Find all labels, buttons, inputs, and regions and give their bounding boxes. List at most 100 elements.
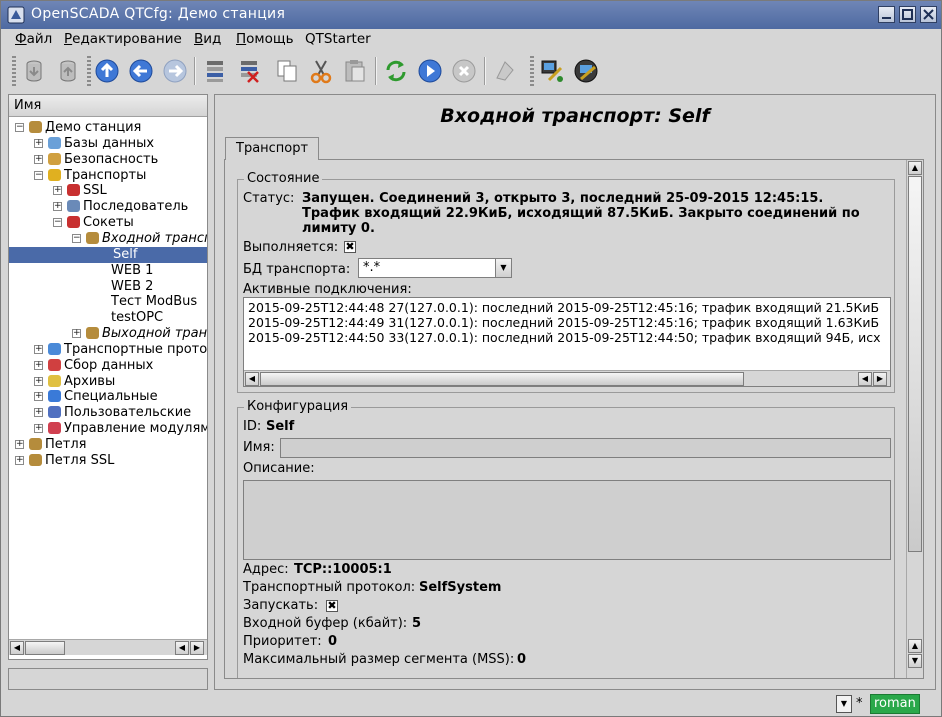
maximize-icon[interactable] xyxy=(899,6,916,23)
collapse-icon[interactable]: − xyxy=(34,170,43,180)
tree-node[interactable]: Архивы xyxy=(64,374,115,390)
collapse-icon[interactable]: − xyxy=(72,233,81,243)
connections-hscrollbar[interactable]: ◀ ◀ ▶ xyxy=(244,370,890,386)
connections-list[interactable]: 2015-09-25T12:44:48 27(127.0.0.1): после… xyxy=(243,297,891,387)
expand-icon[interactable]: + xyxy=(34,408,43,418)
db-load-icon[interactable] xyxy=(19,56,49,86)
tree-node[interactable]: testOPC xyxy=(111,310,163,326)
expand-icon[interactable]: + xyxy=(15,455,24,465)
list-item[interactable]: 2015-09-25T12:44:50 33(127.0.0.1): после… xyxy=(248,330,881,345)
scroll-right-icon[interactable]: ▶ xyxy=(190,641,204,655)
scroll-left-icon[interactable]: ◀ xyxy=(245,372,259,386)
expand-icon[interactable]: + xyxy=(34,154,43,164)
scroll-handle[interactable] xyxy=(25,641,65,655)
tree-node[interactable]: Транспорты xyxy=(64,168,146,184)
menu-help[interactable]: Помощь xyxy=(236,31,294,47)
tree-node[interactable]: Self xyxy=(9,246,207,263)
tree-node[interactable]: Специальные xyxy=(64,389,158,405)
address-value[interactable]: TCP::10005:1 xyxy=(294,562,392,577)
tree-node[interactable]: WEB 1 xyxy=(111,263,153,279)
tool-config-icon[interactable] xyxy=(537,56,567,86)
content-vscrollbar[interactable]: ▲ ▲ ▼ xyxy=(906,160,922,678)
expand-icon[interactable]: + xyxy=(34,424,43,434)
tool-edit-icon[interactable] xyxy=(571,56,601,86)
list-item[interactable]: 2015-09-25T12:44:49 31(127.0.0.1): после… xyxy=(248,315,879,330)
tree-node[interactable]: SSL xyxy=(83,183,107,199)
scroll-up-icon[interactable]: ▲ xyxy=(908,639,922,653)
toolbar-grip-2[interactable] xyxy=(87,56,91,86)
expand-icon[interactable]: + xyxy=(53,186,62,196)
refresh-icon[interactable] xyxy=(381,56,411,86)
add-item-icon[interactable] xyxy=(200,56,230,86)
expand-icon[interactable]: + xyxy=(72,329,81,339)
chevron-down-icon[interactable]: ▼ xyxy=(495,259,511,277)
expand-icon[interactable]: + xyxy=(15,440,24,449)
status-dropdown-icon[interactable]: ▼ xyxy=(836,695,852,713)
protocol-value[interactable]: SelfSystem xyxy=(419,580,501,595)
tree-header[interactable]: Имя xyxy=(9,95,207,117)
delete-item-icon[interactable] xyxy=(234,56,264,86)
expand-icon[interactable]: + xyxy=(34,344,43,354)
tree-node[interactable]: Транспортные прото xyxy=(64,342,207,358)
input-buffer-value[interactable]: 5 xyxy=(412,616,421,631)
scroll-left-icon[interactable]: ◀ xyxy=(175,641,189,655)
copy-icon[interactable] xyxy=(272,56,302,86)
description-textarea[interactable] xyxy=(243,480,891,560)
scroll-handle[interactable] xyxy=(908,176,922,552)
expand-icon[interactable]: + xyxy=(34,392,43,402)
cut-icon[interactable] xyxy=(306,56,336,86)
tree-node[interactable]: Базы данных xyxy=(64,136,154,152)
scroll-left-icon[interactable]: ◀ xyxy=(858,372,872,386)
scroll-down-icon[interactable]: ▼ xyxy=(908,654,922,668)
title-bar[interactable]: OpenSCADA QTCfg: Демо станция xyxy=(1,1,941,29)
start-icon[interactable] xyxy=(415,56,445,86)
expand-icon[interactable]: + xyxy=(34,138,43,148)
expand-icon[interactable]: + xyxy=(34,376,43,386)
tree-node[interactable]: Входной транспо xyxy=(102,231,207,247)
db-save-icon[interactable] xyxy=(53,56,83,86)
tree-node[interactable]: Управление модулям xyxy=(64,421,207,437)
menu-qtstarter[interactable]: QTStarter xyxy=(305,31,371,47)
paste-icon[interactable] xyxy=(340,56,370,86)
up-icon[interactable] xyxy=(92,56,122,86)
whats-this-icon[interactable] xyxy=(489,56,519,86)
tree-node[interactable]: Петля SSL xyxy=(45,453,114,469)
tree-node[interactable]: Безопасность xyxy=(64,152,158,168)
back-icon[interactable] xyxy=(126,56,156,86)
tree-node[interactable]: Пользовательские xyxy=(64,405,191,421)
collapse-icon[interactable]: − xyxy=(53,218,62,228)
mss-value[interactable]: 0 xyxy=(517,652,526,667)
forward-icon[interactable] xyxy=(160,56,190,86)
user-badge[interactable]: roman xyxy=(870,694,920,714)
autostart-checkbox[interactable]: ✖ xyxy=(326,600,338,612)
tree-node[interactable]: Тест ModBus xyxy=(111,294,197,310)
menu-edit[interactable]: Редактирование xyxy=(64,31,182,47)
scroll-right-icon[interactable]: ▶ xyxy=(873,372,887,386)
stop-icon[interactable] xyxy=(449,56,479,86)
scroll-handle[interactable] xyxy=(260,372,744,386)
tree-node[interactable]: Последователь xyxy=(83,199,188,215)
menu-view[interactable]: Вид xyxy=(194,31,221,47)
tree-node[interactable]: Сбор данных xyxy=(64,358,153,374)
menu-file[interactable]: Файл xyxy=(15,31,52,47)
tree-node[interactable]: Петля xyxy=(45,437,86,453)
tree-hscrollbar[interactable]: ◀ ◀ ▶ xyxy=(9,639,207,655)
tree-node[interactable]: Сокеты xyxy=(83,215,134,231)
running-checkbox[interactable]: ✖ xyxy=(344,241,356,253)
minimize-icon[interactable] xyxy=(878,6,895,23)
expand-icon[interactable]: + xyxy=(53,202,62,212)
tab-transport[interactable]: Транспорт xyxy=(225,137,320,160)
tree-node[interactable]: Выходной трансп xyxy=(102,326,207,342)
toolbar-grip[interactable] xyxy=(12,56,16,86)
scroll-left-icon[interactable]: ◀ xyxy=(10,641,24,655)
tree-node[interactable]: Демо станция xyxy=(45,120,141,136)
expand-icon[interactable]: + xyxy=(34,360,43,370)
tree-node[interactable]: WEB 2 xyxy=(111,279,153,295)
priority-value[interactable]: 0 xyxy=(328,634,337,649)
scroll-up-icon[interactable]: ▲ xyxy=(908,161,922,175)
name-input[interactable] xyxy=(280,438,891,458)
db-select[interactable]: *.* ▼ xyxy=(358,258,512,278)
list-item[interactable]: 2015-09-25T12:44:48 27(127.0.0.1): после… xyxy=(248,300,879,315)
collapse-icon[interactable]: − xyxy=(15,123,24,132)
close-icon[interactable] xyxy=(920,6,937,23)
